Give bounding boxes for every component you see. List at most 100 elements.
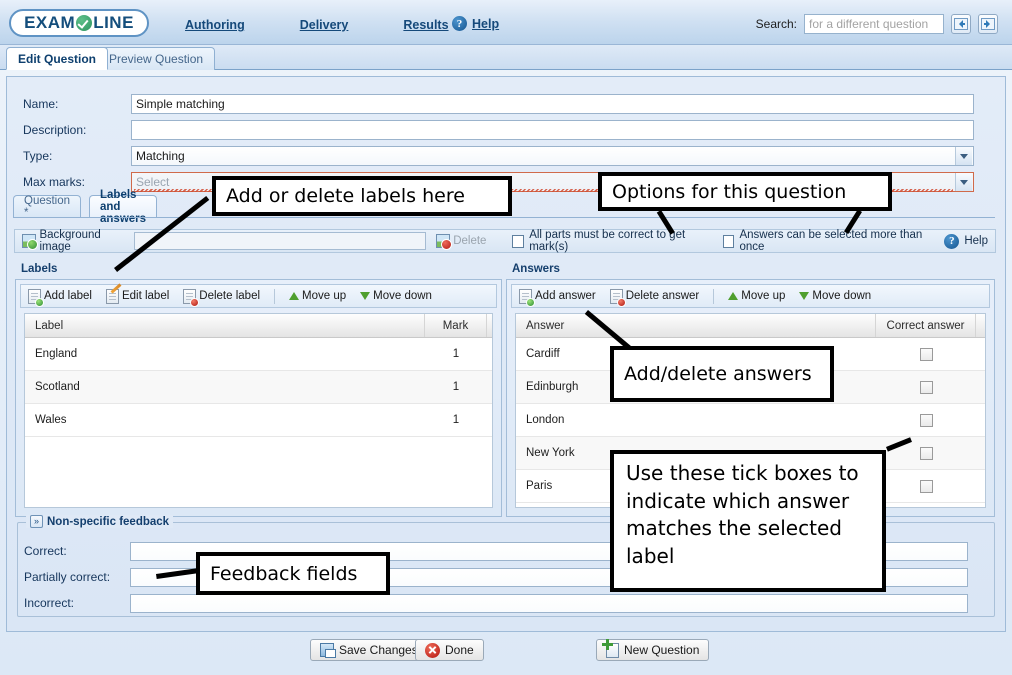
- table-row[interactable]: London: [516, 404, 985, 437]
- edit-label-button[interactable]: Edit label: [105, 282, 170, 304]
- feedback-incorrect-label: Incorrect:: [24, 596, 75, 610]
- labels-panel: Labels Add label Edit label Delete label: [15, 263, 502, 517]
- image-delete-icon: [435, 234, 453, 250]
- toolbar-divider: [713, 288, 715, 304]
- label-cell: Scotland: [35, 381, 80, 393]
- new-question-button[interactable]: New Question: [596, 638, 710, 661]
- nav-help[interactable]: ? Help: [452, 16, 499, 31]
- answers-col-correct[interactable]: Correct answer: [876, 314, 976, 337]
- answers-move-down-text: Move down: [812, 290, 872, 302]
- subtab-question[interactable]: Question *: [13, 195, 82, 219]
- annotation-text: Use these tick boxes to indicate which a…: [626, 461, 859, 568]
- chevron-double-down-icon[interactable]: »: [30, 515, 43, 528]
- new-document-icon: [602, 638, 619, 658]
- mark-cell: 1: [452, 348, 460, 360]
- logo-text: EXAM LINE: [24, 13, 134, 33]
- labels-move-down-text: Move down: [373, 290, 432, 302]
- answers-move-up-button[interactable]: Move up: [728, 290, 785, 302]
- search-input[interactable]: [804, 14, 944, 34]
- done-button[interactable]: Done: [415, 639, 484, 661]
- table-row[interactable]: Wales 1: [25, 404, 492, 437]
- labels-col-mark[interactable]: Mark: [425, 314, 487, 337]
- feedback-partially-correct-label: Partially correct:: [24, 570, 111, 584]
- labels-panel-title: Labels: [21, 263, 58, 275]
- subtab-labels-and-answers[interactable]: Labels and answers: [89, 189, 158, 225]
- background-image-input[interactable]: [133, 232, 426, 250]
- description-label: Description:: [23, 123, 87, 137]
- type-select[interactable]: Matching: [131, 146, 974, 166]
- search-next-button[interactable]: [978, 14, 998, 34]
- arrow-right-icon: [981, 18, 995, 30]
- nav-authoring[interactable]: Authoring: [185, 18, 245, 32]
- nav-delivery[interactable]: Delivery: [300, 18, 349, 32]
- search-prev-button[interactable]: [951, 14, 971, 34]
- feedback-incorrect-input[interactable]: [130, 593, 968, 613]
- tab-edit-question[interactable]: Edit Question: [6, 47, 108, 70]
- annotation-text: Add or delete labels here: [226, 185, 465, 207]
- correct-answer-checkbox[interactable]: [919, 347, 933, 361]
- toolbar-divider: [274, 288, 276, 304]
- answers-toolbar: Add answer Delete answer Move up Move do…: [511, 284, 990, 308]
- answers-move-down-button[interactable]: Move down: [799, 290, 871, 302]
- labels-toolbar: Add label Edit label Delete label Move u…: [20, 282, 497, 308]
- type-select-value: Matching: [136, 149, 185, 163]
- description-input[interactable]: [131, 120, 974, 140]
- name-input[interactable]: [131, 94, 974, 114]
- option-reuse-answers[interactable]: Answers can be selected more than once: [722, 229, 927, 253]
- correct-answer-checkbox[interactable]: [919, 413, 933, 427]
- new-question-label: New Question: [624, 643, 700, 657]
- nav-help-label[interactable]: Help: [472, 17, 499, 31]
- table-row[interactable]: Scotland 1: [25, 371, 492, 404]
- document-add-icon: [28, 288, 44, 307]
- save-changes-button[interactable]: Save Changes: [310, 639, 428, 661]
- answers-col-answer[interactable]: Answer: [516, 314, 876, 337]
- search-label: Search:: [755, 17, 797, 31]
- options-help-link[interactable]: ? Help: [944, 233, 989, 249]
- app-header: EXAM LINE Authoring Delivery Results ? H…: [0, 0, 1012, 45]
- red-x-circle-icon: [425, 642, 440, 658]
- field-row-name: Name:: [23, 93, 974, 115]
- reuse-answers-checkbox[interactable]: [722, 234, 735, 248]
- nav-results[interactable]: Results: [403, 18, 448, 32]
- done-label: Done: [445, 643, 474, 657]
- labels-table-header: Label Mark: [25, 314, 492, 338]
- options-help-label: Help: [964, 235, 989, 247]
- table-row[interactable]: England 1: [25, 338, 492, 371]
- main-tab-strip: Edit Question Preview Question: [0, 45, 1012, 70]
- labels-move-up-button[interactable]: Move up: [289, 290, 346, 302]
- add-label-button[interactable]: Add label: [28, 288, 92, 307]
- edit-label-text: Edit label: [121, 290, 170, 302]
- green-check-circle-icon: [76, 15, 93, 31]
- correct-answer-checkbox[interactable]: [919, 446, 933, 460]
- question-mark-circle-icon: ?: [452, 16, 467, 31]
- labels-move-down-button[interactable]: Move down: [360, 290, 432, 302]
- labels-table: Label Mark England 1 Scotland 1 Wales 1: [24, 313, 493, 508]
- all-parts-checkbox[interactable]: [512, 234, 525, 248]
- answers-panel-title: Answers: [512, 263, 560, 275]
- background-image-delete-button[interactable]: Delete: [453, 235, 486, 247]
- annotation-add-delete-labels: Add or delete labels here: [212, 176, 512, 216]
- chevron-down-icon: [955, 147, 972, 165]
- delete-answer-text: Delete answer: [625, 290, 700, 302]
- logo-text-left: EXAM: [24, 13, 76, 32]
- delete-label-button[interactable]: Delete label: [183, 288, 260, 307]
- document-delete-icon: [609, 288, 626, 307]
- add-answer-button[interactable]: Add answer: [519, 288, 596, 307]
- option-all-parts-correct[interactable]: All parts must be correct to get mark(s): [512, 229, 704, 253]
- labels-move-up-text: Move up: [302, 290, 347, 302]
- annotation-add-delete-answers: Add/delete answers: [610, 346, 834, 402]
- feedback-legend-text: Non-specific feedback: [47, 515, 170, 528]
- tab-preview-question[interactable]: Preview Question: [97, 47, 216, 70]
- logo-text-right: LINE: [93, 13, 134, 32]
- correct-answer-checkbox[interactable]: [919, 479, 933, 493]
- examonline-logo: EXAM LINE: [9, 9, 149, 37]
- annotation-text: Options for this question: [612, 180, 847, 203]
- field-row-type: Type: Matching: [23, 145, 974, 167]
- correct-answer-checkbox[interactable]: [919, 380, 933, 394]
- labels-col-label[interactable]: Label: [25, 314, 425, 337]
- delete-answer-button[interactable]: Delete answer: [609, 288, 700, 307]
- annotation-text: Add/delete answers: [624, 363, 812, 385]
- answer-cell: London: [526, 414, 565, 426]
- annotation-options-for-question: Options for this question: [598, 172, 892, 211]
- feedback-correct-label: Correct:: [24, 544, 67, 558]
